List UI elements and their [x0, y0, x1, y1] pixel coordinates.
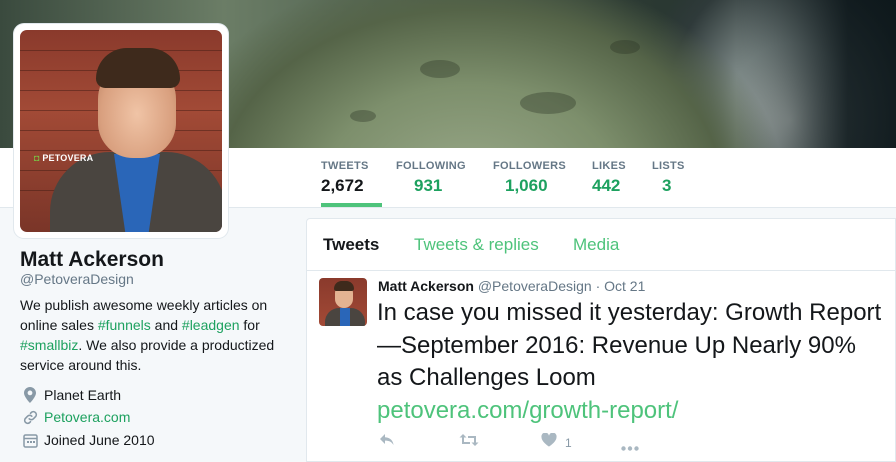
timeline-tabs: Tweets Tweets & replies Media: [307, 219, 895, 271]
like-button[interactable]: 1: [541, 432, 572, 452]
hashtag-link[interactable]: #smallbiz: [20, 337, 78, 353]
like-count: 1: [565, 435, 572, 450]
stat-value: 931: [414, 176, 443, 195]
tweet-item[interactable]: Matt Ackerson @PetoveraDesign · Oct 21 I…: [307, 271, 895, 461]
tweet-handle[interactable]: @PetoveraDesign: [478, 278, 592, 294]
tab-tweets-replies[interactable]: Tweets & replies: [414, 235, 539, 255]
tweet-text: In case you missed it yesterday: Growth …: [377, 297, 887, 427]
stat-label: LIKES: [592, 160, 626, 172]
stat-label: FOLLOWING: [396, 160, 466, 172]
retweet-icon: [459, 433, 479, 452]
profile-name[interactable]: Matt Ackerson: [20, 248, 164, 272]
reply-icon: [379, 433, 395, 452]
profile-website: Petovera.com: [22, 409, 130, 425]
stat-tweets[interactable]: TWEETS 2,672: [321, 160, 382, 207]
stat-value: 3: [662, 176, 672, 195]
profile-joined: Joined June 2010: [22, 432, 155, 448]
tweet-header: Matt Ackerson @PetoveraDesign · Oct 21: [378, 278, 645, 294]
joined-text: Joined June 2010: [44, 432, 155, 448]
stat-label: LISTS: [652, 160, 685, 172]
more-dots-icon: [621, 438, 639, 456]
tweet-actions: 1: [379, 432, 679, 452]
calendar-icon: [22, 432, 38, 448]
tab-tweets[interactable]: Tweets: [323, 235, 379, 255]
tweet-avatar[interactable]: [319, 278, 367, 326]
profile-avatar[interactable]: ◘ PETOVERA: [14, 24, 228, 238]
stat-value: 1,060: [505, 176, 548, 195]
profile-handle[interactable]: @PetoveraDesign: [20, 271, 134, 287]
profile-bio: We publish awesome weekly articles on on…: [20, 297, 275, 373]
stat-value: 2,672: [321, 176, 364, 195]
tab-media[interactable]: Media: [573, 235, 619, 255]
timeline: Tweets Tweets & replies Media Matt Acker…: [306, 218, 896, 462]
avatar-logo: ◘ PETOVERA: [34, 153, 94, 163]
stat-followers[interactable]: FOLLOWERS 1,060: [493, 160, 566, 196]
stat-following[interactable]: FOLLOWING 931: [396, 160, 466, 196]
location-text: Planet Earth: [44, 387, 122, 403]
heart-icon: [541, 432, 557, 452]
stat-lists[interactable]: LISTS 3: [652, 160, 685, 196]
tweet-separator: ·: [595, 278, 601, 294]
link-icon: [22, 409, 38, 425]
reply-button[interactable]: [379, 433, 395, 452]
tweet-body: In case you missed it yesterday: Growth …: [377, 299, 882, 391]
tweet-author[interactable]: Matt Ackerson: [378, 278, 474, 294]
stat-label: FOLLOWERS: [493, 160, 566, 172]
hashtag-link[interactable]: #leadgen: [182, 317, 240, 333]
tweet-date[interactable]: Oct 21: [604, 278, 645, 294]
retweet-button[interactable]: [459, 433, 479, 452]
stat-likes[interactable]: LIKES 442: [592, 160, 626, 196]
hashtag-link[interactable]: #funnels: [98, 317, 151, 333]
map-pin-icon: [22, 387, 38, 403]
stat-label: TWEETS: [321, 160, 369, 172]
avatar-image: ◘ PETOVERA: [20, 30, 222, 232]
profile-location: Planet Earth: [22, 387, 121, 403]
website-link[interactable]: Petovera.com: [44, 409, 130, 425]
more-button[interactable]: [621, 438, 639, 456]
tweet-link[interactable]: petovera.com/growth-report/: [377, 395, 887, 428]
stat-value: 442: [592, 176, 621, 195]
